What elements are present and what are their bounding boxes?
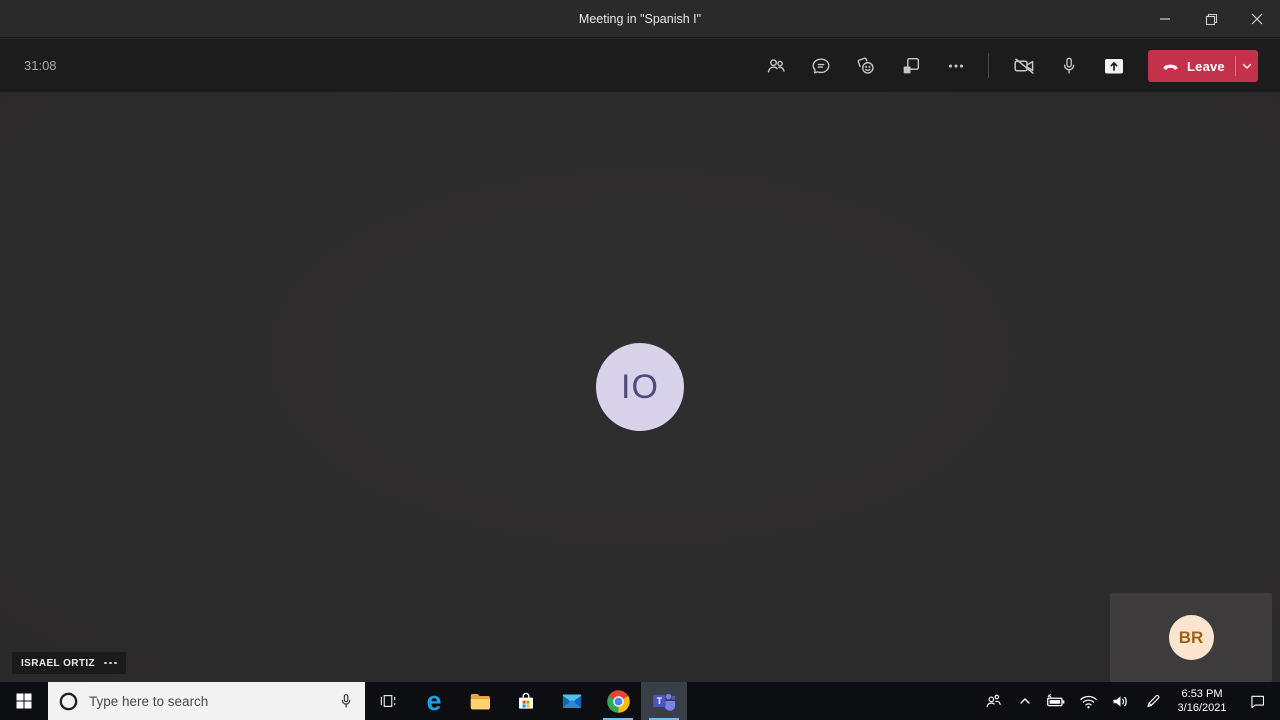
minimize-icon bbox=[1160, 18, 1170, 20]
meeting-stage: IO ISRAEL ORTIZ BR bbox=[0, 92, 1280, 682]
more-actions-button[interactable] bbox=[933, 39, 978, 92]
self-avatar: BR bbox=[1168, 615, 1214, 660]
pen-icon bbox=[1147, 694, 1160, 707]
task-view-icon bbox=[380, 695, 396, 707]
share-content-button[interactable] bbox=[1091, 39, 1136, 92]
chrome-icon bbox=[606, 689, 630, 713]
file-explorer-icon bbox=[470, 693, 490, 710]
reactions-icon bbox=[857, 57, 874, 74]
show-conversation-button[interactable] bbox=[798, 39, 843, 92]
more-actions-icon bbox=[948, 63, 963, 68]
device-controls-group bbox=[1001, 39, 1136, 92]
taskbar-app-file-explorer[interactable] bbox=[457, 682, 503, 720]
hang-up-icon bbox=[1163, 64, 1178, 70]
window-title: Meeting in "Spanish I" bbox=[578, 12, 702, 26]
close-icon bbox=[1251, 13, 1263, 25]
close-button[interactable] bbox=[1234, 0, 1280, 38]
taskbar-app-mail[interactable] bbox=[549, 682, 595, 720]
chevron-down-icon bbox=[1242, 63, 1252, 69]
cortana-ring-icon bbox=[59, 692, 78, 710]
participants-icon bbox=[767, 58, 785, 72]
microsoft-store-icon bbox=[519, 692, 533, 709]
minimize-button[interactable] bbox=[1142, 0, 1188, 38]
self-view-tile[interactable]: BR bbox=[1110, 593, 1272, 682]
windows-logo-icon bbox=[16, 693, 32, 709]
volume-button[interactable] bbox=[1104, 682, 1136, 720]
leave-button[interactable]: Leave bbox=[1148, 50, 1258, 82]
search-input[interactable] bbox=[89, 693, 328, 709]
self-initials: BR bbox=[1178, 627, 1204, 647]
taskbar-app-microsoft-store[interactable] bbox=[503, 682, 549, 720]
chat-icon bbox=[812, 57, 829, 74]
windows-ink-button[interactable] bbox=[1136, 682, 1170, 720]
microphone-icon bbox=[1063, 57, 1074, 74]
camera-off-icon bbox=[1013, 57, 1034, 74]
share-tray-icon bbox=[1104, 58, 1123, 73]
participant-avatar: IO bbox=[596, 343, 684, 431]
leave-options-button[interactable] bbox=[1236, 50, 1258, 82]
show-participants-button[interactable] bbox=[753, 39, 798, 92]
wifi-icon bbox=[1079, 695, 1097, 708]
participant-more-options-icon[interactable] bbox=[104, 661, 117, 665]
task-view-button[interactable] bbox=[365, 682, 411, 720]
taskbar-app-chrome[interactable] bbox=[595, 682, 641, 720]
breakout-rooms-button[interactable] bbox=[888, 39, 933, 92]
teams-meeting-window: Meeting in "Spanish I" 31:08 Leave IO IS… bbox=[0, 0, 1280, 720]
chevron-up-icon bbox=[1020, 698, 1030, 704]
taskbar-clock[interactable]: 6:53 PM 3/16/2021 bbox=[1170, 682, 1234, 720]
participant-initials: IO bbox=[621, 367, 659, 406]
windows-taskbar: e bbox=[0, 682, 1280, 720]
leave-button-main[interactable]: Leave bbox=[1148, 50, 1235, 82]
participant-name-pill: ISRAEL ORTIZ bbox=[12, 652, 126, 674]
camera-off-button[interactable] bbox=[1001, 39, 1046, 92]
reactions-button[interactable] bbox=[843, 39, 888, 92]
restore-icon bbox=[1205, 13, 1217, 25]
taskbar-app-teams[interactable]: T bbox=[641, 682, 687, 720]
titlebar: Meeting in "Spanish I" bbox=[0, 0, 1280, 38]
tray-people-button[interactable] bbox=[976, 682, 1010, 720]
meeting-toolbar: 31:08 Leave bbox=[0, 39, 1280, 92]
battery-button[interactable] bbox=[1040, 682, 1072, 720]
action-center-button[interactable] bbox=[1234, 682, 1280, 720]
clock-date: 3/16/2021 bbox=[1177, 702, 1227, 714]
people-icon bbox=[986, 694, 1001, 708]
breakout-rooms-icon bbox=[903, 57, 919, 73]
restore-button[interactable] bbox=[1188, 0, 1234, 38]
participant-name: ISRAEL ORTIZ bbox=[21, 657, 96, 669]
meeting-controls-group bbox=[753, 39, 978, 92]
mail-icon bbox=[562, 694, 582, 709]
volume-icon bbox=[1113, 695, 1127, 707]
show-hidden-icons-button[interactable] bbox=[1010, 682, 1040, 720]
toolbar-divider bbox=[988, 53, 989, 78]
start-button[interactable] bbox=[0, 682, 48, 720]
teams-icon: T bbox=[653, 693, 676, 711]
battery-charging-icon bbox=[1047, 694, 1065, 707]
action-center-icon bbox=[1250, 695, 1264, 708]
system-tray: 6:53 PM 3/16/2021 bbox=[976, 682, 1280, 720]
taskbar-search[interactable] bbox=[48, 682, 365, 720]
edge-icon: e bbox=[426, 685, 442, 716]
search-mic-icon[interactable] bbox=[337, 692, 355, 710]
network-button[interactable] bbox=[1072, 682, 1104, 720]
meeting-timer: 31:08 bbox=[24, 58, 57, 73]
taskbar-app-edge[interactable]: e bbox=[411, 682, 457, 720]
svg-text:T: T bbox=[657, 696, 663, 706]
clock-time: 6:53 PM bbox=[1181, 688, 1223, 700]
leave-label: Leave bbox=[1187, 58, 1225, 74]
microphone-button[interactable] bbox=[1046, 39, 1091, 92]
